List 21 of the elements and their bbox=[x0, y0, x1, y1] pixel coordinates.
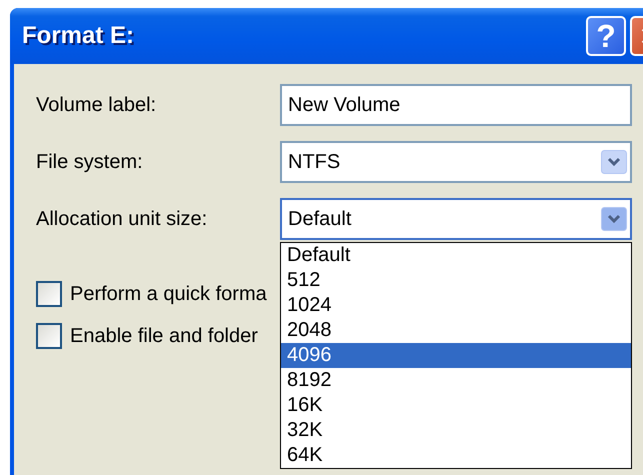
field-label: Volume label: bbox=[36, 94, 158, 116]
dropdown-option[interactable]: 2048 bbox=[281, 318, 631, 343]
input-field[interactable]: New Volume bbox=[280, 84, 632, 126]
help-button[interactable]: ? bbox=[586, 16, 626, 56]
dropdown-option[interactable]: 4096 bbox=[281, 343, 631, 368]
window-title: Format E: bbox=[22, 22, 134, 50]
checkbox[interactable] bbox=[36, 281, 62, 307]
dropdown-option[interactable]: 8192 bbox=[281, 368, 631, 393]
checkbox-label: Perform a quick forma bbox=[70, 282, 267, 306]
dropdown-option[interactable]: 32K bbox=[281, 418, 631, 443]
checkbox-label: Enable file and folder bbox=[70, 324, 258, 348]
field-label: Allocation unit size: bbox=[36, 208, 208, 230]
dropdown-option[interactable]: 16K bbox=[281, 393, 631, 418]
field-label: File system: bbox=[36, 150, 144, 174]
dropdown-option[interactable]: 1024 bbox=[281, 293, 631, 318]
dropdown-option[interactable]: Default bbox=[281, 243, 631, 268]
checkbox[interactable] bbox=[36, 323, 62, 349]
dropdown-field[interactable]: NTFS bbox=[280, 141, 632, 183]
dropdown-field[interactable]: Default bbox=[280, 198, 632, 240]
dropdown-option[interactable]: 64K bbox=[281, 443, 631, 468]
dropdown-option[interactable]: 512 bbox=[281, 268, 631, 293]
